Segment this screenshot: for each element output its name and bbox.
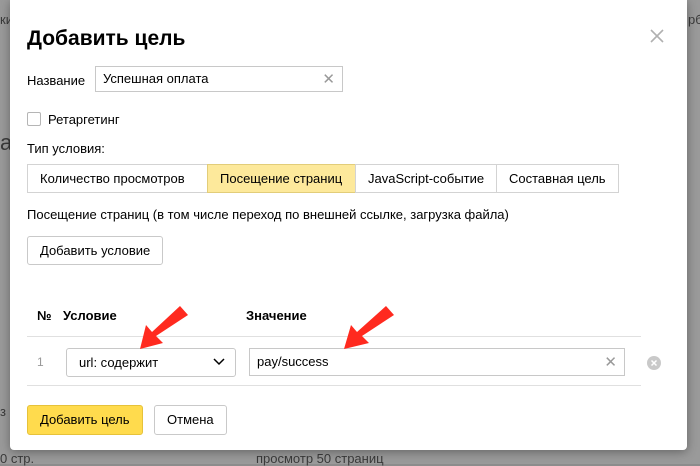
table-divider [27,336,641,337]
tab-javascript-event[interactable]: JavaScript-событие [355,164,497,193]
clear-value-icon[interactable]: ✕ [604,355,617,370]
annotation-arrow-icon [344,306,394,349]
column-number-header: № [37,308,52,323]
goal-name-input[interactable]: Успешная оплата ✕ [95,66,343,92]
table-divider [27,385,641,386]
condition-select[interactable]: url: содержит [66,348,236,377]
remove-icon [650,359,658,367]
condition-description: Посещение страниц (в том числе переход п… [27,207,509,222]
condition-type-label: Тип условия: [27,141,105,156]
annotation-arrow-icon [140,306,188,349]
tab-composite-goal[interactable]: Составная цель [496,164,619,193]
clear-name-icon[interactable]: ✕ [322,72,335,87]
condition-select-value: url: содержит [79,355,159,370]
column-value-header: Значение [246,308,307,323]
condition-value-text: pay/success [257,354,329,369]
condition-value-input[interactable]: pay/success ✕ [249,348,625,376]
add-goal-button[interactable]: Добавить цель [27,405,143,435]
add-goal-dialog: Добавить цель Название Успешная оплата ✕… [10,0,687,450]
background-text: з [0,404,6,419]
dialog-title: Добавить цель [27,27,186,50]
tab-page-views[interactable]: Количество просмотров [27,164,208,193]
chevron-down-icon [213,358,225,366]
retargeting-label: Ретаргетинг [48,112,120,127]
close-button[interactable] [647,26,667,46]
close-icon [650,29,664,43]
condition-type-tabs: Количество просмотров Посещение страниц … [27,164,619,193]
column-condition-header: Условие [63,308,117,323]
name-label: Название [27,73,86,88]
cancel-button[interactable]: Отмена [154,405,227,435]
remove-condition-button[interactable] [647,356,661,370]
background-text: рб [688,12,700,27]
row-number: 1 [37,355,44,369]
goal-name-value: Успешная оплата [103,71,209,86]
tab-page-visits[interactable]: Посещение страниц [207,164,356,193]
add-condition-button[interactable]: Добавить условие [27,236,164,265]
retargeting-checkbox[interactable] [27,112,41,126]
